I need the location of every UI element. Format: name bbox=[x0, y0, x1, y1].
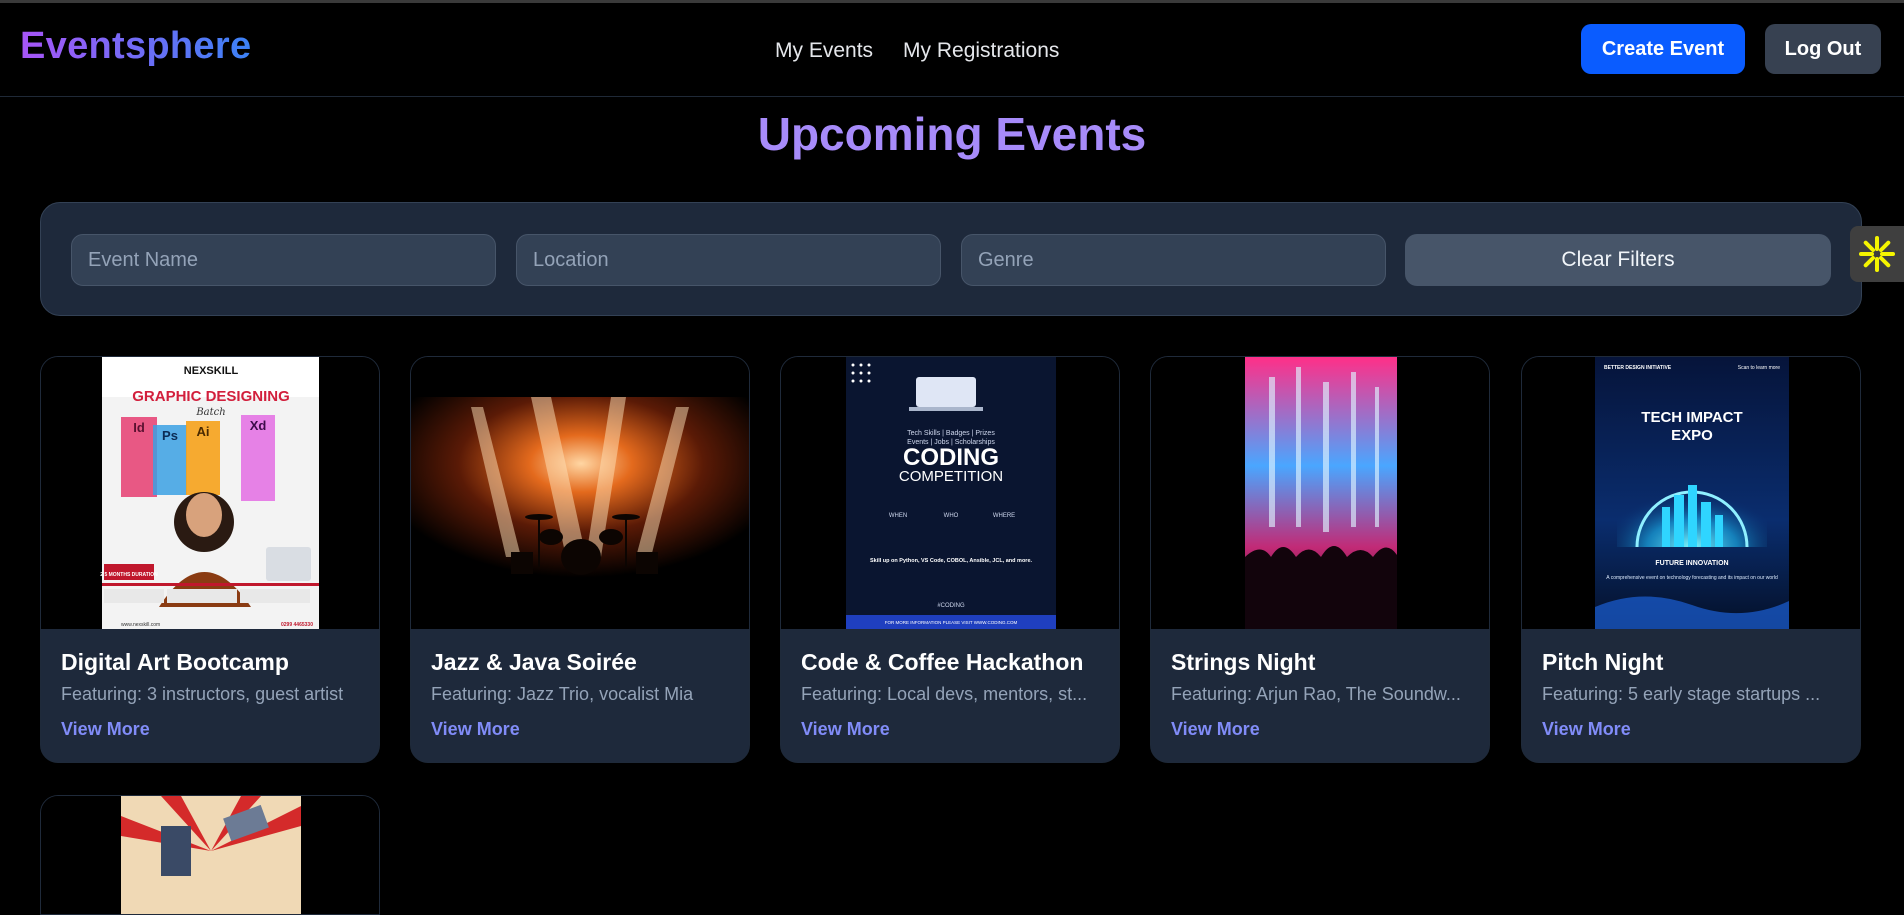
location-input[interactable] bbox=[516, 234, 941, 286]
svg-text:COMPETITION: COMPETITION bbox=[899, 468, 1003, 485]
event-title: Jazz & Java Soirée bbox=[431, 649, 637, 675]
svg-text:#CODING: #CODING bbox=[937, 603, 965, 609]
view-more-link[interactable]: View More bbox=[1542, 719, 1631, 739]
logout-button[interactable]: Log Out bbox=[1765, 24, 1881, 74]
brand-logo[interactable]: Eventsphere bbox=[20, 25, 251, 68]
svg-text:0299 4465330: 0299 4465330 bbox=[281, 622, 313, 628]
svg-text:FOR MORE INFORMATION PLEASE VI: FOR MORE INFORMATION PLEASE VISIT WWW.CO… bbox=[885, 620, 1018, 625]
event-featuring: Featuring: Jazz Trio, vocalist Mia bbox=[431, 684, 694, 704]
event-card[interactable] bbox=[40, 795, 380, 915]
nav-my-events[interactable]: My Events bbox=[775, 39, 873, 63]
event-card[interactable]: Jazz & Java Soirée Featuring: Jazz Trio,… bbox=[410, 356, 750, 763]
svg-text:Batch: Batch bbox=[195, 407, 225, 418]
event-card[interactable]: BETTER DESIGN INITIATIVE Scan to learn m… bbox=[1521, 356, 1861, 763]
event-poster bbox=[1151, 357, 1489, 629]
event-name-input[interactable] bbox=[71, 234, 496, 286]
genre-input[interactable] bbox=[961, 234, 1386, 286]
svg-text:Ps: Ps bbox=[162, 428, 178, 443]
event-card[interactable]: Strings Night Featuring: Arjun Rao, The … bbox=[1150, 356, 1490, 763]
event-title: Strings Night bbox=[1171, 649, 1316, 675]
svg-text:GRAPHIC DESIGNING: GRAPHIC DESIGNING bbox=[132, 388, 290, 405]
event-poster: BETTER DESIGN INITIATIVE Scan to learn m… bbox=[1522, 357, 1860, 629]
clear-filters-button[interactable]: Clear Filters bbox=[1405, 234, 1831, 286]
event-poster: Tech Skills | Badges | Prizes Events | J… bbox=[781, 357, 1119, 629]
event-title: Digital Art Bootcamp bbox=[61, 649, 289, 675]
event-title: Pitch Night bbox=[1542, 649, 1664, 675]
assistant-widget-button[interactable] bbox=[1850, 226, 1904, 282]
svg-text:Tech Skills | Badges | Prizes: Tech Skills | Badges | Prizes bbox=[907, 430, 995, 437]
event-title: Code & Coffee Hackathon bbox=[801, 649, 1084, 675]
create-event-button[interactable]: Create Event bbox=[1581, 24, 1745, 74]
top-navbar: Eventsphere My Events My Registrations C… bbox=[0, 3, 1904, 97]
event-featuring: Featuring: 5 early stage startups ... bbox=[1542, 684, 1821, 704]
event-featuring: Featuring: Local devs, mentors, st... bbox=[801, 684, 1088, 704]
page-title: Upcoming Events bbox=[757, 108, 1147, 160]
svg-text:Ai: Ai bbox=[197, 424, 210, 439]
view-more-link[interactable]: View More bbox=[431, 719, 520, 739]
view-more-link[interactable]: View More bbox=[61, 719, 150, 739]
svg-text:Skill up on Python, VS Code, C: Skill up on Python, VS Code, COBOL, Ansi… bbox=[870, 558, 1033, 564]
svg-text:Id: Id bbox=[133, 420, 145, 435]
svg-text:NEXSKILL: NEXSKILL bbox=[184, 365, 239, 377]
svg-text:EXPO: EXPO bbox=[1671, 427, 1713, 444]
svg-text:WHO: WHO bbox=[944, 513, 959, 519]
svg-text:CODING: CODING bbox=[903, 444, 999, 471]
event-featuring: Featuring: Arjun Rao, The Soundw... bbox=[1171, 684, 1461, 704]
view-more-link[interactable]: View More bbox=[801, 719, 890, 739]
event-poster bbox=[41, 796, 379, 914]
filter-panel: Clear Filters bbox=[40, 202, 1862, 316]
main-nav: My Events My Registrations bbox=[775, 39, 1059, 63]
svg-text:TECH IMPACT: TECH IMPACT bbox=[1641, 409, 1742, 426]
event-poster bbox=[411, 357, 749, 629]
event-card[interactable]: NEXSKILL GRAPHIC DESIGNING Batch Id Ps A… bbox=[40, 356, 380, 763]
svg-text:Xd: Xd bbox=[250, 418, 267, 433]
svg-text:A comprehensive event on techn: A comprehensive event on technology fore… bbox=[1606, 575, 1778, 581]
svg-text:2.5 MONTHS DURATION: 2.5 MONTHS DURATION bbox=[100, 572, 158, 578]
svg-text:FUTURE INNOVATION: FUTURE INNOVATION bbox=[1655, 560, 1728, 567]
svg-text:WHEN: WHEN bbox=[889, 513, 907, 519]
svg-text:BETTER DESIGN INITIATIVE: BETTER DESIGN INITIATIVE bbox=[1604, 365, 1672, 371]
svg-text:www.nexskill.com: www.nexskill.com bbox=[121, 622, 160, 628]
event-card[interactable]: Tech Skills | Badges | Prizes Events | J… bbox=[780, 356, 1120, 763]
nav-my-registrations[interactable]: My Registrations bbox=[903, 39, 1059, 63]
svg-text:Scan to learn more: Scan to learn more bbox=[1738, 365, 1780, 371]
event-poster: NEXSKILL GRAPHIC DESIGNING Batch Id Ps A… bbox=[41, 357, 379, 629]
svg-text:WHERE: WHERE bbox=[993, 513, 1015, 519]
view-more-link[interactable]: View More bbox=[1171, 719, 1260, 739]
sparkle-icon bbox=[1859, 236, 1895, 272]
event-featuring: Featuring: 3 instructors, guest artist bbox=[61, 684, 344, 704]
